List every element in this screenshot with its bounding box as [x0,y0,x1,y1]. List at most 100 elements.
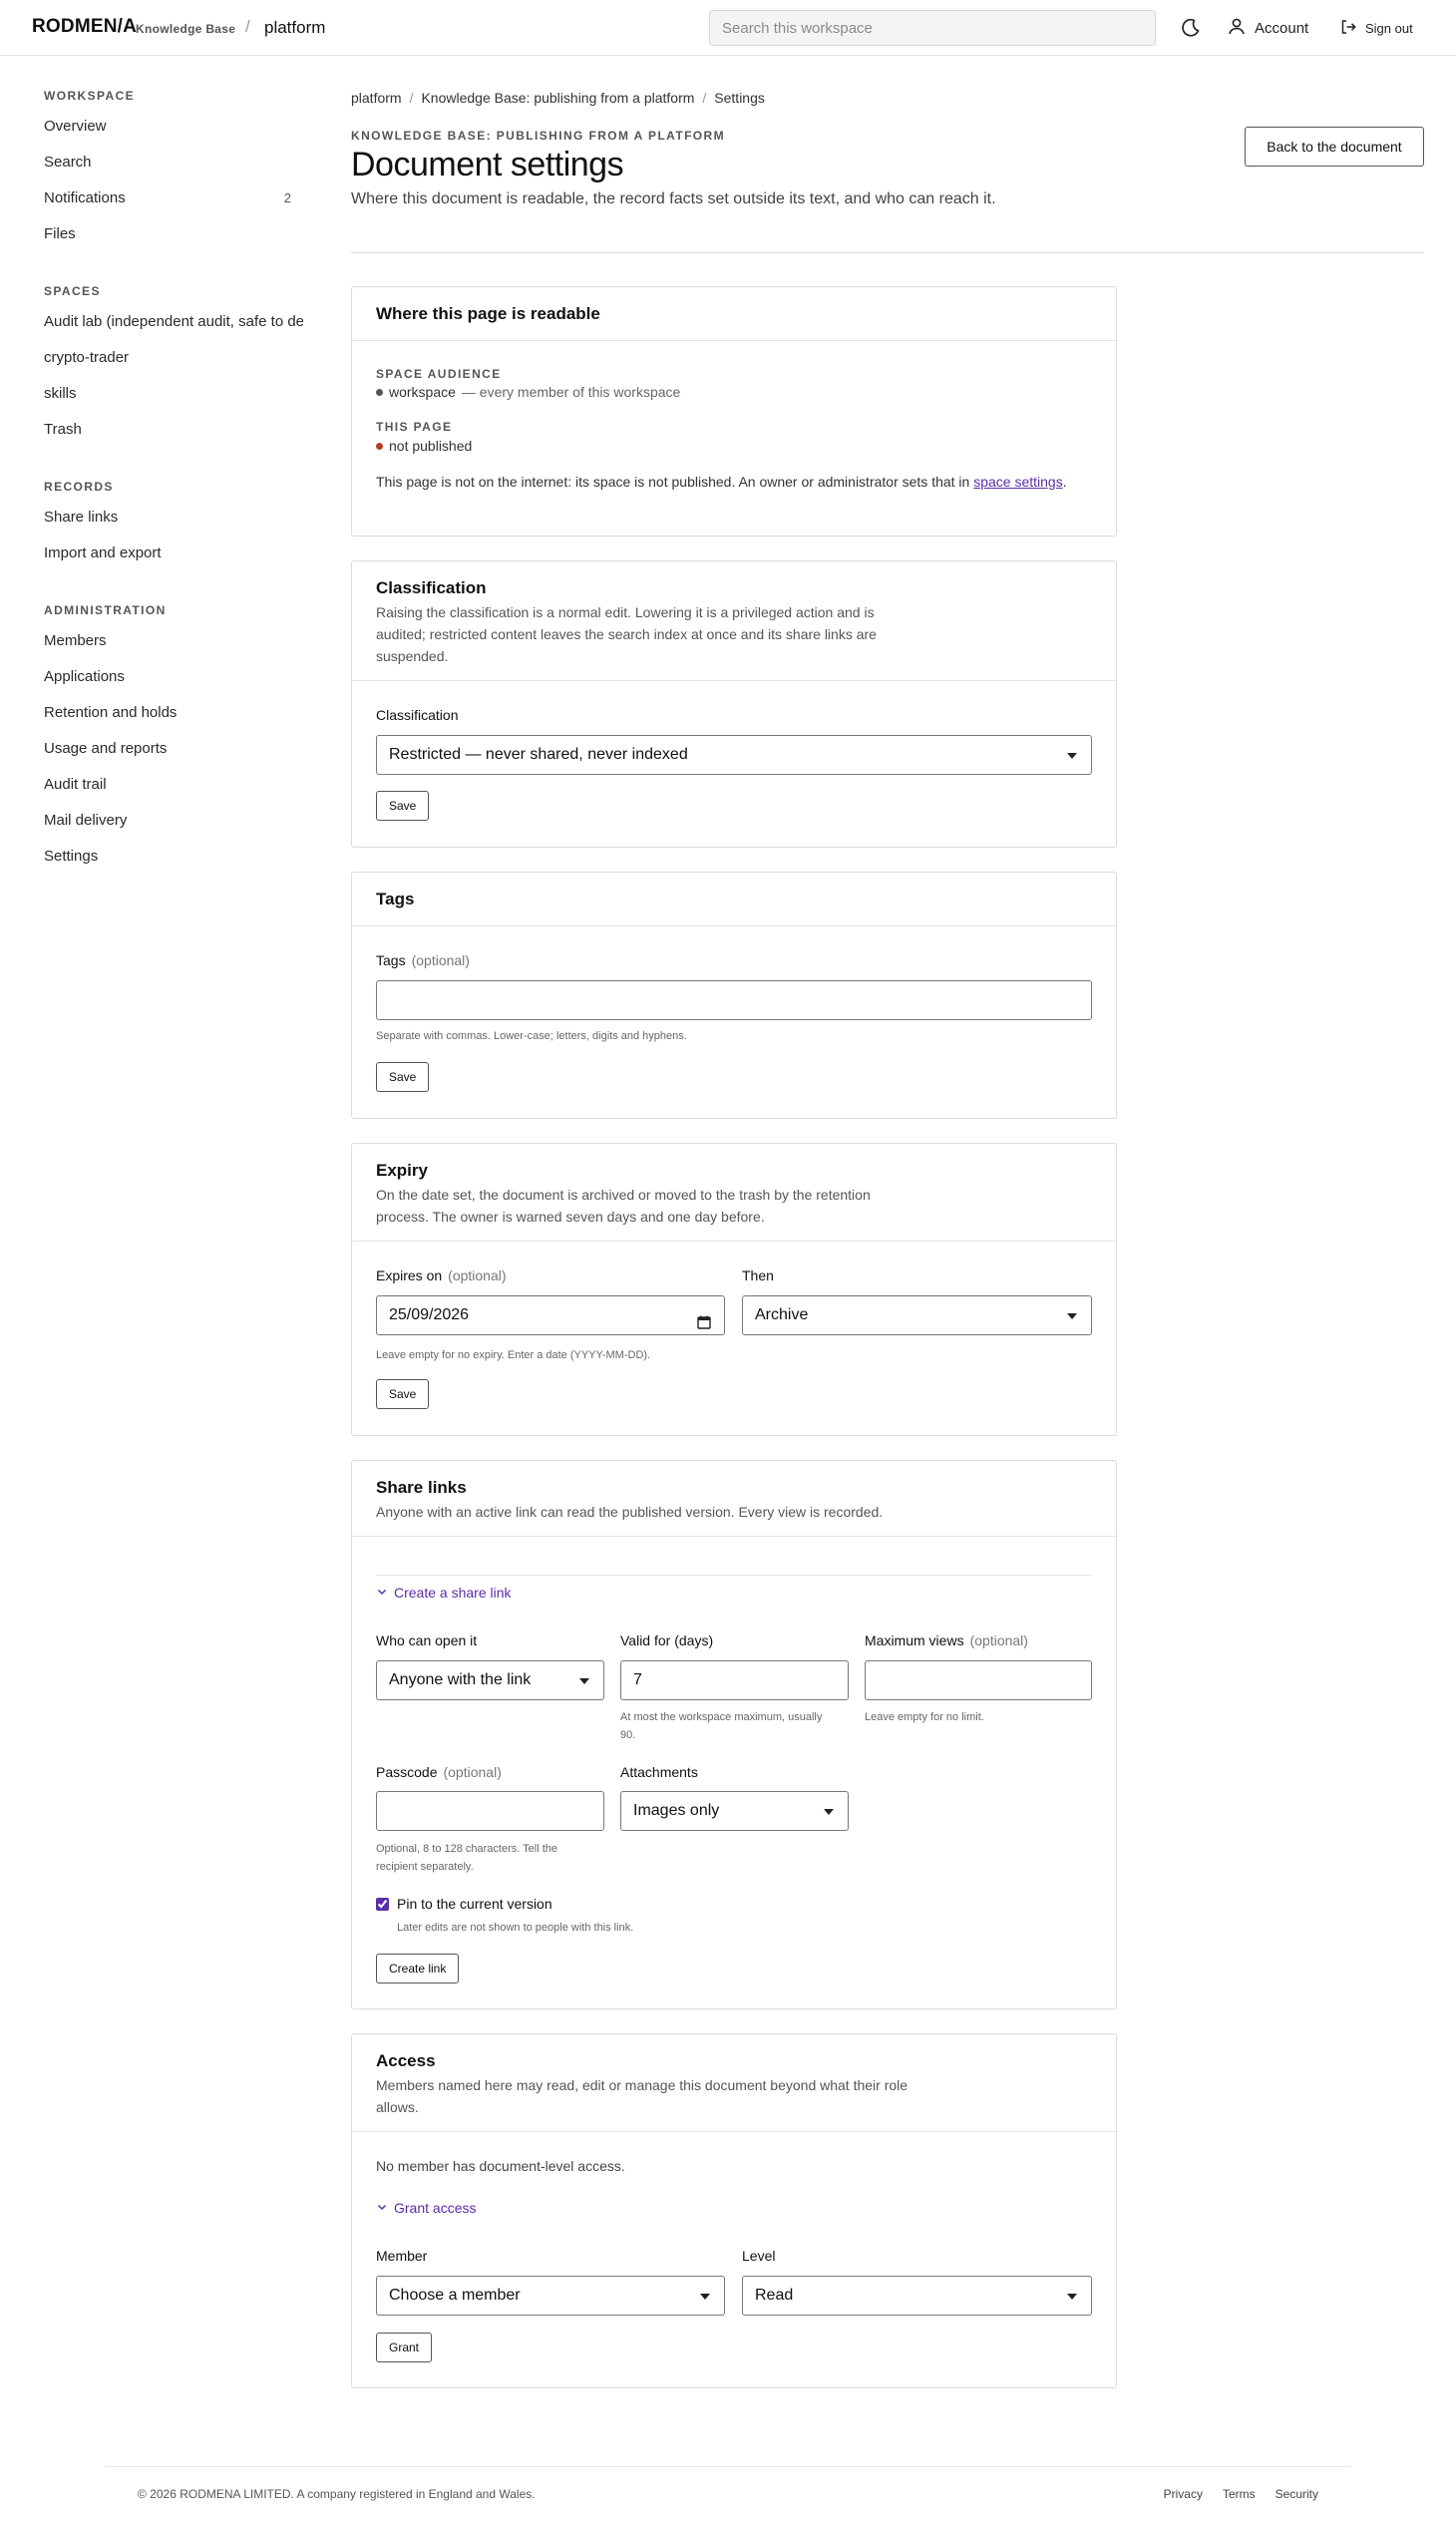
sidebar-item-label: Usage and reports [44,740,168,757]
caret-down-icon [1067,1313,1077,1319]
passcode-label-text: Passcode [376,1764,438,1780]
member-select[interactable]: Choose a member [376,2276,725,2316]
classification-save-button[interactable]: Save [376,791,430,821]
attachments-label: Attachments [620,1764,698,1780]
card-description: On the date set, the document is archive… [376,1187,871,1225]
sidebar-item-members[interactable]: Members [44,628,303,664]
sidebar-item-import-export[interactable]: Import and export [44,540,303,576]
create-share-link-toggle[interactable]: Create a share link [376,1585,512,1601]
account-button[interactable]: Account [1227,16,1308,40]
grant-access-toggle[interactable]: Grant access [376,2200,476,2216]
space-settings-link[interactable]: space settings [973,474,1063,490]
then-action-select[interactable]: Archive [742,1295,1092,1335]
no-access-message: No member has document-level access. [376,2158,625,2174]
maximum-views-label: Maximum views (optional) [865,1632,1028,1648]
breadcrumb-current: Settings [714,90,765,106]
sidebar-item-retention[interactable]: Retention and holds [44,700,303,736]
footer-links: Privacy Terms Security [1164,2487,1318,2501]
sidebar-item-applications[interactable]: Applications [44,664,303,700]
status-dot [376,388,383,396]
sidebar-item-label: crypto-trader [44,349,130,366]
breadcrumb-item-workspace[interactable]: platform [351,90,402,106]
card-title: Tags [376,890,415,908]
footer-copyright: © 2026 RODMENA LIMITED. A company regist… [138,2487,536,2501]
divider [351,252,1424,253]
pin-version-label[interactable]: Pin to the current version [397,1896,552,1912]
footer-link-privacy[interactable]: Privacy [1164,2487,1203,2501]
sidebar-group-administration: ADMINISTRATION Members Applications Rete… [44,602,303,880]
caret-down-icon [1067,2294,1077,2300]
level-selected: Read [755,2287,794,2304]
sidebar-item-share-links[interactable]: Share links [44,505,303,540]
brand-separator: / [245,17,250,36]
sidebar-item-trash[interactable]: Trash [44,417,303,453]
tags-label-text: Tags [376,952,406,968]
passcode-label: Passcode (optional) [376,1764,502,1780]
attachments-select[interactable]: Images only [620,1791,849,1831]
optional-marker: (optional) [443,1764,502,1780]
card-description: Members named here may read, edit or man… [376,2077,909,2115]
breadcrumb-item-space[interactable]: Knowledge Base: publishing from a platfo… [421,90,694,106]
publish-note-text: This page is not on the internet: its sp… [376,474,970,490]
passcode-hint: Optional, 8 to 128 characters. Tell the … [376,1843,558,1873]
breadcrumb-separator: / [702,90,707,106]
audience-value: workspace [389,384,456,400]
footer-link-security[interactable]: Security [1275,2487,1318,2501]
sidebar-item-skills[interactable]: skills [44,381,303,417]
sidebar-item-label: Files [44,225,76,242]
moon-icon[interactable] [1179,16,1203,40]
card-header: Tags [352,873,1116,926]
publish-note-end: . [1062,474,1067,490]
expiry-card: Expiry On the date set, the document is … [351,1143,1117,1436]
tags-input[interactable] [376,980,1092,1020]
level-select[interactable]: Read [742,2276,1092,2316]
maximum-views-input[interactable] [865,1660,1092,1700]
sidebar-item-search[interactable]: Search [44,150,303,185]
card-description: Anyone with an active link can read the … [376,1504,884,1520]
sidebar-item-notifications[interactable]: Notifications 2 [44,185,303,221]
workspace-name[interactable]: platform [264,18,325,38]
sidebar-item-usage[interactable]: Usage and reports [44,736,303,772]
space-audience-status: workspace — every member of this workspa… [376,384,680,400]
grant-button[interactable]: Grant [376,2333,433,2362]
card-title: Share links [376,1478,467,1497]
sidebar-item-mail-delivery[interactable]: Mail delivery [44,808,303,844]
date-value: 25/09/2026 [389,1306,470,1323]
classification-select[interactable]: Restricted — never shared, never indexed [376,735,1092,775]
chevron-down-icon [376,2200,388,2216]
create-share-link-label: Create a share link [394,1585,512,1601]
sidebar-item-audit-trail[interactable]: Audit trail [44,772,303,808]
sidebar-heading: SPACES [44,284,101,298]
maximum-views-hint: Leave empty for no limit. [865,1711,984,1723]
sidebar-item-overview[interactable]: Overview [44,114,303,150]
passcode-input[interactable] [376,1791,604,1831]
sidebar-item-label: Trash [44,421,82,438]
member-selected: Choose a member [389,2287,521,2304]
sidebar-item-audit-lab[interactable]: Audit lab (independent audit, safe to de [44,309,303,345]
back-to-document-button[interactable]: Back to the document [1245,127,1424,167]
sign-out-button[interactable]: Sign out [1339,16,1413,40]
sidebar-item-files[interactable]: Files [44,221,303,257]
chevron-down-icon [376,1585,388,1601]
search-input[interactable] [709,10,1156,46]
valid-for-hint: At most the workspace maximum, usually 9… [620,1711,823,1741]
pin-version-checkbox[interactable] [376,1897,389,1911]
who-can-open-select[interactable]: Anyone with the link [376,1660,604,1700]
valid-for-days-input[interactable] [620,1660,849,1700]
sign-out-icon [1339,18,1357,39]
sidebar-item-settings[interactable]: Settings [44,844,303,880]
footer-link-terms[interactable]: Terms [1223,2487,1256,2501]
maximum-views-label-text: Maximum views [865,1632,964,1648]
status-dot [376,442,383,450]
divider [376,1575,1092,1576]
expires-on-date-input[interactable]: 25/09/2026 [376,1295,725,1335]
sidebar-item-label: Overview [44,118,107,135]
sidebar-item-label: Audit trail [44,776,107,793]
expiry-save-button[interactable]: Save [376,1379,430,1409]
tags-save-button[interactable]: Save [376,1062,430,1092]
calendar-icon[interactable] [696,1307,712,1345]
create-link-button[interactable]: Create link [376,1954,460,1983]
brand-logo[interactable]: RODMEN/A [32,16,137,38]
card-header: Where this page is readable [352,287,1116,341]
sidebar-item-crypto-trader[interactable]: crypto-trader [44,345,303,381]
